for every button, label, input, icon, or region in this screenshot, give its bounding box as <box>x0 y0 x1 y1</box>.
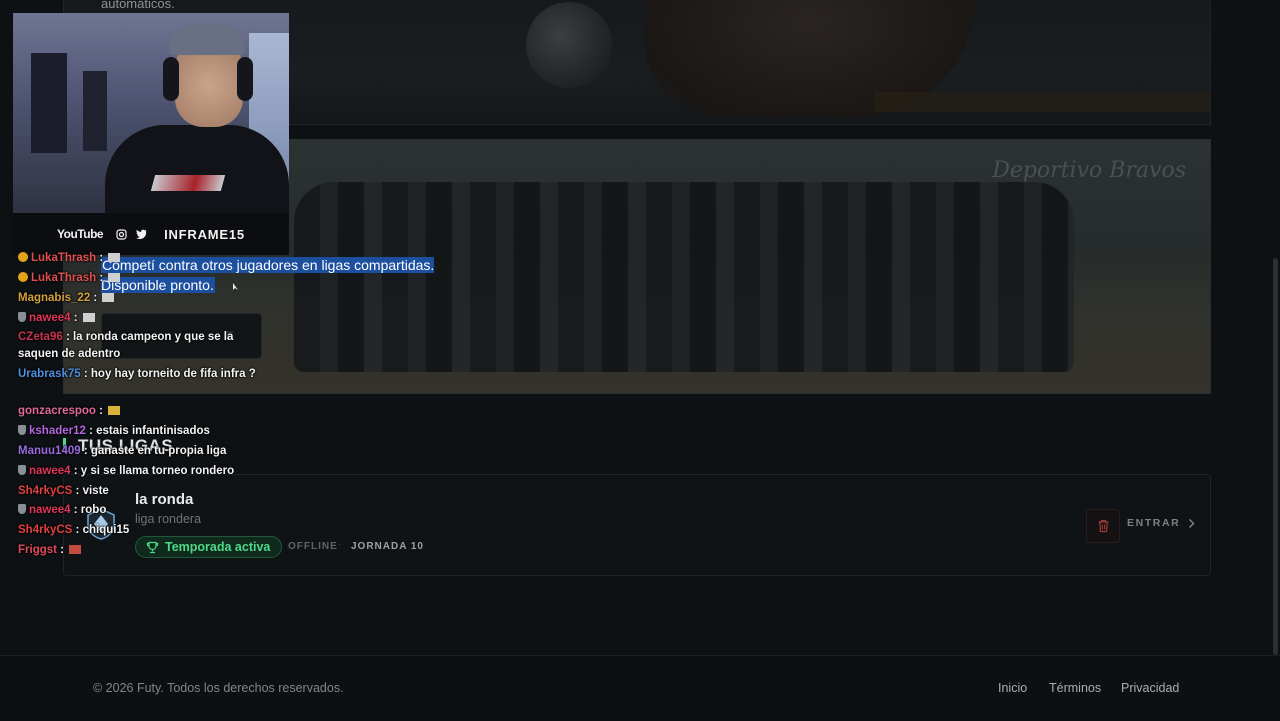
cam-acoustic-panel <box>31 53 67 153</box>
chat-separator: : <box>80 445 91 457</box>
chat-username: LukaThrash <box>31 252 97 264</box>
chat-message: gonzacrespoo : <box>18 403 258 420</box>
hero-shelf <box>874 92 1210 112</box>
chat-emote-icon <box>108 406 121 415</box>
chat-username: Manuu1409 <box>18 445 81 457</box>
footer-link-privacidad[interactable]: Privacidad <box>1121 681 1179 695</box>
chat-message: Magnabis_22 : <box>18 290 258 307</box>
cam-streamer-body <box>105 125 289 213</box>
chat-message-text: robo <box>80 504 107 516</box>
chat-emote-icon <box>69 545 82 554</box>
chat-username: Sh4rkyCS <box>18 524 73 536</box>
delete-league-button[interactable] <box>1086 509 1120 543</box>
cam-headphone-left <box>163 57 179 101</box>
chat-message: nawee4 : <box>18 310 258 327</box>
chat-separator: : <box>96 252 107 264</box>
chat-username: Urabrask75 <box>18 368 81 380</box>
chat-emote-icon <box>108 273 121 282</box>
chat-message-text: y si se llama torneo rondero <box>80 465 235 477</box>
chat-badge-mod-icon <box>18 504 26 514</box>
cam-shirt-logo <box>150 175 226 191</box>
chat-separator: : <box>56 544 68 556</box>
cam-acoustic-panel <box>83 71 107 151</box>
chat-username: gonzacrespoo <box>18 405 96 417</box>
enter-button-label: ENTRAR <box>1127 517 1181 529</box>
copyright-text: © 2026 Futy. Todos los derechos reservad… <box>93 681 344 695</box>
chat-separator: : <box>96 272 107 284</box>
enter-league-button[interactable]: ENTRAR <box>1127 517 1195 529</box>
chat-message: Sh4rkyCS : chiqui15 <box>18 522 258 539</box>
streamer-handle: INFRAME15 <box>164 226 245 242</box>
chat-username: Friggst <box>18 544 57 556</box>
banner-sign: Deportivo Bravos <box>992 158 1186 183</box>
page-scrollbar[interactable] <box>1273 258 1278 655</box>
chat-message: CZeta96 : la ronda campeon y que se la s… <box>18 329 258 363</box>
chat-username: CZeta96 <box>18 331 63 343</box>
chat-message-text: chiqui15 <box>82 524 130 536</box>
chat-separator: : <box>95 405 107 417</box>
chat-separator: : <box>80 368 91 380</box>
chat-message-text: estais infantinisados <box>96 425 210 437</box>
chat-message: Friggst : <box>18 542 258 559</box>
chat-message: LukaThrash : <box>18 250 258 267</box>
chat-emote-icon <box>82 313 95 322</box>
chat-separator: : <box>90 292 101 304</box>
chat-message: LukaThrash : <box>18 270 258 287</box>
trash-icon <box>1098 519 1108 533</box>
chat-username: nawee4 <box>29 465 71 477</box>
chat-username: nawee4 <box>29 504 71 516</box>
chat-separator: : <box>62 331 73 343</box>
chat-emote-icon <box>108 253 121 262</box>
chat-separator: : <box>72 524 83 536</box>
chevron-right-icon <box>1189 518 1195 528</box>
chat-badge-gold-icon <box>18 252 28 262</box>
footer-link-terminos[interactable]: Términos <box>1049 681 1101 695</box>
connection-status: OFFLINE <box>288 541 338 552</box>
chat-message: Sh4rkyCS : viste <box>18 483 258 500</box>
instagram-icon <box>116 228 127 240</box>
stream-social-bar: YouTube INFRAME15 <box>13 213 289 255</box>
chat-separator: : <box>70 312 81 324</box>
twitter-icon <box>136 229 147 239</box>
chat-emote-icon <box>102 293 115 302</box>
chat-separator: : <box>70 465 81 477</box>
chat-message-text: ganaste en tu propia liga <box>90 445 227 457</box>
cam-headphone-right <box>237 57 253 101</box>
chat-username: Magnabis_22 <box>18 292 91 304</box>
chat-message-text: viste <box>82 485 109 497</box>
chat-message-text: hoy hay torneito de fifa infra ? <box>90 368 256 380</box>
chat-separator: : <box>72 485 83 497</box>
chat-message: Manuu1409 : ganaste en tu propia liga <box>18 443 258 460</box>
soccer-ball-image <box>526 2 612 88</box>
hero-caption: automáticos. <box>101 0 175 11</box>
cam-cap <box>169 23 245 55</box>
chat-separator: : <box>85 425 97 437</box>
youtube-label: YouTube <box>57 227 104 241</box>
chat-badge-mod-icon <box>18 425 26 435</box>
chat-message: nawee4 : y si se llama torneo rondero <box>18 463 258 480</box>
round-label: JORNADA 10 <box>351 541 424 552</box>
streamer-webcam <box>13 13 289 213</box>
chat-message: Urabrask75 : hoy hay torneito de fifa in… <box>18 366 258 383</box>
chat-username: kshader12 <box>29 425 86 437</box>
chat-badge-mod-icon <box>18 465 26 475</box>
chat-username: nawee4 <box>29 312 71 324</box>
chat-badge-mod-icon <box>18 312 26 322</box>
chat-message: nawee4 : robo <box>18 502 258 519</box>
chat-separator: : <box>70 504 81 516</box>
chat-username: LukaThrash <box>31 272 97 284</box>
footer-link-inicio[interactable]: Inicio <box>998 681 1027 695</box>
chat-username: Sh4rkyCS <box>18 485 73 497</box>
chat-message: kshader12 : estais infantinisados <box>18 423 258 440</box>
chat-badge-gold-icon <box>18 272 28 282</box>
meta-separator: · <box>338 539 342 550</box>
